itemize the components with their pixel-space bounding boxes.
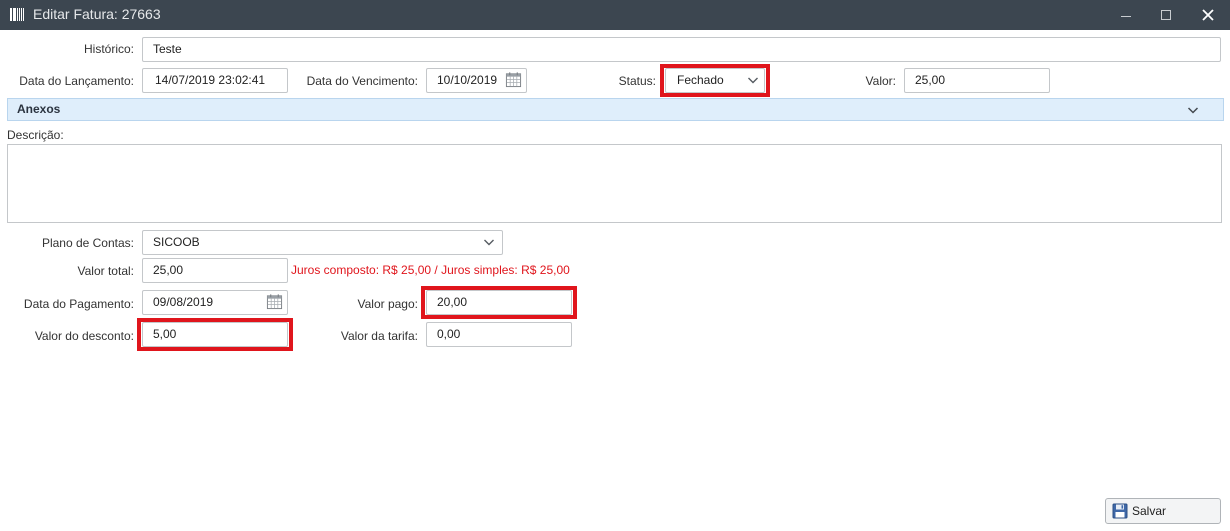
barcode-icon	[10, 8, 24, 21]
valor-pago-input[interactable]: 20,00	[426, 290, 572, 315]
valor-total-input[interactable]: 25,00	[142, 258, 288, 283]
historico-label: Histórico:	[83, 42, 134, 56]
chevron-down-icon	[748, 77, 758, 84]
valor-input[interactable]: 25,00	[904, 68, 1050, 93]
window-title: Editar Fatura: 27663	[33, 6, 161, 22]
maximize-icon	[1161, 10, 1171, 20]
minimize-button[interactable]	[1106, 0, 1146, 30]
valor-desconto-label: Valor do desconto:	[34, 329, 134, 343]
status-label: Status:	[618, 74, 656, 88]
anexos-title: Anexos	[17, 102, 61, 116]
data-pagamento-label: Data do Pagamento:	[23, 297, 134, 311]
data-vencimento-label: Data do Vencimento:	[306, 74, 418, 88]
valor-desconto-input[interactable]: 5,00	[142, 322, 288, 347]
valor-label: Valor:	[865, 74, 896, 88]
window-titlebar: Editar Fatura: 27663	[0, 0, 1230, 30]
plano-contas-select[interactable]: SICOOB	[142, 230, 503, 255]
plano-contas-value: SICOOB	[153, 235, 200, 249]
descricao-textarea[interactable]	[7, 144, 1222, 223]
descricao-label: Descrição:	[7, 128, 64, 142]
data-pagamento-value: 09/08/2019	[153, 295, 214, 309]
close-icon	[1202, 9, 1214, 21]
save-button-label: Salvar	[1132, 504, 1167, 518]
valor-tarifa-label: Valor da tarifa:	[340, 329, 418, 343]
historico-input[interactable]: Teste	[142, 37, 1221, 62]
chevron-down-icon	[1187, 107, 1199, 114]
data-lancamento-input[interactable]: 14/07/2019 23:02:41	[142, 68, 288, 93]
anexos-section-header[interactable]: Anexos	[7, 98, 1224, 121]
calendar-icon[interactable]	[266, 293, 283, 310]
plano-contas-label: Plano de Contas:	[41, 236, 134, 250]
data-vencimento-value: 10/10/2019	[437, 73, 498, 87]
valor-total-label: Valor total:	[77, 264, 134, 278]
calendar-icon[interactable]	[505, 71, 522, 88]
minimize-icon	[1121, 15, 1131, 17]
maximize-button[interactable]	[1146, 0, 1186, 30]
floppy-disk-icon	[1112, 503, 1128, 519]
valor-pago-label: Valor pago:	[357, 297, 419, 311]
chevron-down-icon	[484, 239, 494, 246]
save-button[interactable]: Salvar	[1105, 498, 1221, 524]
status-value: Fechado	[677, 73, 724, 87]
juros-info-text: Juros composto: R$ 25,00 / Juros simples…	[291, 263, 570, 277]
valor-tarifa-input[interactable]: 0,00	[426, 322, 572, 347]
close-button[interactable]	[1188, 0, 1228, 30]
data-lancamento-label: Data do Lançamento:	[19, 74, 134, 88]
